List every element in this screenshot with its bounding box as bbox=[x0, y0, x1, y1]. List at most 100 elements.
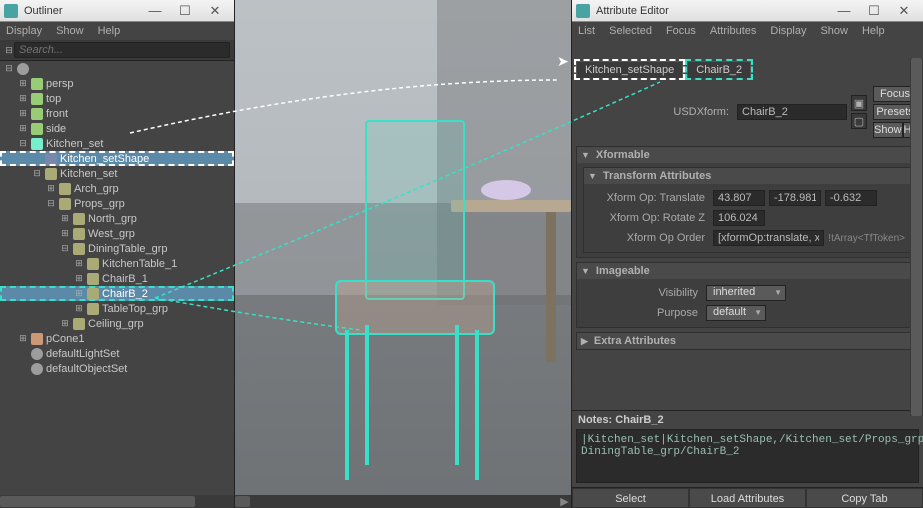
tree-item-tabletop_grp[interactable]: ⊞ TableTop_grp bbox=[0, 301, 234, 316]
xformable-header[interactable]: ▼Xformable bbox=[577, 147, 918, 163]
attr-max-button[interactable]: ☐ bbox=[859, 0, 889, 21]
tree-item-arch_grp[interactable]: ⊞Arch_grp bbox=[0, 181, 234, 196]
imageable-label: Imageable bbox=[596, 265, 650, 277]
attr-vscroll[interactable] bbox=[910, 58, 923, 416]
tree-item-ceiling_grp[interactable]: ⊞Ceiling_grp bbox=[0, 316, 234, 331]
node-nav-down-icon[interactable]: ▢ bbox=[851, 113, 867, 129]
expand-toggle-icon[interactable]: ⊞ bbox=[18, 93, 28, 104]
expand-toggle-icon[interactable]: ⊞ bbox=[60, 318, 70, 329]
tree-item-pcone1[interactable]: ⊞ pCone1 bbox=[0, 331, 234, 346]
expand-toggle-icon[interactable]: ⊟ bbox=[32, 168, 42, 179]
expand-toggle-icon[interactable]: ⊞ bbox=[18, 333, 28, 344]
expand-toggle-icon[interactable]: ⊞ bbox=[74, 288, 84, 299]
load-attributes-button[interactable]: Load Attributes bbox=[689, 488, 806, 508]
extra-header[interactable]: ▶Extra Attributes bbox=[577, 333, 918, 349]
tab-chairb_2[interactable]: ChairB_2 bbox=[687, 61, 751, 78]
tree-item-kitchen_set[interactable]: ⊟Kitchen_set bbox=[0, 166, 234, 181]
expand-toggle-icon[interactable]: ⊟ bbox=[60, 243, 70, 254]
tree-item-defaultlightset[interactable]: defaultLightSet bbox=[0, 346, 234, 361]
outliner-max-button[interactable]: ☐ bbox=[170, 0, 200, 21]
outliner-min-button[interactable]: — bbox=[140, 0, 170, 21]
expand-toggle-icon[interactable]: ⊞ bbox=[74, 258, 84, 269]
oporder-type-label: !tArray<TfToken> bbox=[828, 233, 905, 244]
menu-help[interactable]: Help bbox=[98, 25, 121, 37]
attr-close-button[interactable]: ✕ bbox=[889, 0, 919, 21]
menu-list[interactable]: List bbox=[578, 25, 595, 37]
maya-logo-icon bbox=[4, 4, 18, 18]
menu-help[interactable]: Help bbox=[862, 25, 885, 37]
tree-item-label: defaultLightSet bbox=[46, 348, 119, 360]
menu-attributes[interactable]: Attributes bbox=[710, 25, 756, 37]
tree-item-kitchen_setshape[interactable]: Kitchen_setShape bbox=[0, 151, 234, 166]
notes-header: Notes: ChairB_2 bbox=[572, 411, 923, 429]
attr-node-row: USDXform: ▣ ▢ Focus Presets Show Hide bbox=[576, 82, 919, 142]
translate-label: Xform Op: Translate bbox=[590, 192, 705, 204]
visibility-select[interactable]: inherited bbox=[706, 285, 786, 301]
tree-item-label: TableTop_grp bbox=[102, 303, 168, 315]
tree-item-persp[interactable]: ⊞persp bbox=[0, 76, 234, 91]
outliner-close-button[interactable]: ✕ bbox=[200, 0, 230, 21]
imageable-header[interactable]: ▼Imageable bbox=[577, 263, 918, 279]
expand-toggle-icon[interactable]: ⊞ bbox=[60, 213, 70, 224]
viewport[interactable]: ▶ bbox=[235, 0, 571, 508]
transform-header[interactable]: ▼Transform Attributes bbox=[584, 168, 911, 184]
attribute-editor-panel: Attribute Editor — ☐ ✕ ListSelectedFocus… bbox=[571, 0, 923, 508]
tree-item-root[interactable]: ⊟ bbox=[0, 61, 234, 76]
menu-focus[interactable]: Focus bbox=[666, 25, 696, 37]
node-name-field[interactable] bbox=[737, 104, 847, 120]
viewport-selected-chair bbox=[325, 120, 505, 480]
expand-toggle-icon[interactable]: ⊞ bbox=[18, 78, 28, 89]
oporder-field[interactable] bbox=[713, 230, 824, 246]
expand-toggle-icon[interactable]: ⊞ bbox=[74, 273, 84, 284]
viewport-hscroll-thumb[interactable] bbox=[235, 496, 250, 507]
menu-display[interactable]: Display bbox=[6, 25, 42, 37]
tree-item-side[interactable]: ⊞side bbox=[0, 121, 234, 136]
translate-z-field[interactable] bbox=[825, 190, 877, 206]
menu-show[interactable]: Show bbox=[820, 25, 848, 37]
tree-item-chairb_2[interactable]: ⊞ChairB_2 bbox=[0, 286, 234, 301]
outliner-tree[interactable]: ⊟⊞persp⊞top⊞front⊞side⊟Kitchen_setKitche… bbox=[0, 61, 234, 495]
expand-toggle-icon[interactable]: ⊟ bbox=[18, 138, 28, 149]
xform-icon bbox=[59, 183, 71, 195]
select-button[interactable]: Select bbox=[572, 488, 689, 508]
tab-kitchen_setshape[interactable]: Kitchen_setShape bbox=[576, 61, 683, 78]
tree-item-west_grp[interactable]: ⊞West_grp bbox=[0, 226, 234, 241]
search-expand-icon[interactable]: ⊟ bbox=[4, 45, 14, 56]
tree-item-defaultobjectset[interactable]: defaultObjectSet bbox=[0, 361, 234, 376]
show-button[interactable]: Show bbox=[873, 122, 903, 138]
tree-item-kitchentable_1[interactable]: ⊞KitchenTable_1 bbox=[0, 256, 234, 271]
rotz-field[interactable] bbox=[713, 210, 765, 226]
expand-toggle-icon[interactable]: ⊟ bbox=[46, 198, 56, 209]
menu-selected[interactable]: Selected bbox=[609, 25, 652, 37]
tree-item-top[interactable]: ⊞top bbox=[0, 91, 234, 106]
tree-item-kitchen_set[interactable]: ⊟Kitchen_set bbox=[0, 136, 234, 151]
tree-item-label: pCone1 bbox=[46, 333, 85, 345]
node-nav-up-icon[interactable]: ▣ bbox=[851, 95, 867, 111]
tree-item-north_grp[interactable]: ⊞North_grp bbox=[0, 211, 234, 226]
outliner-search-input[interactable] bbox=[14, 42, 230, 58]
tree-item-front[interactable]: ⊞front bbox=[0, 106, 234, 121]
outliner-hscroll[interactable] bbox=[0, 495, 234, 508]
expand-toggle-icon[interactable]: ⊞ bbox=[18, 123, 28, 134]
tree-item-props_grp[interactable]: ⊟Props_grp bbox=[0, 196, 234, 211]
expand-toggle-icon[interactable]: ⊞ bbox=[60, 228, 70, 239]
copy-tab-button[interactable]: Copy Tab bbox=[806, 488, 923, 508]
translate-y-field[interactable] bbox=[769, 190, 821, 206]
expand-toggle-icon[interactable]: ⊟ bbox=[4, 63, 14, 74]
expand-toggle-icon[interactable]: ⊞ bbox=[46, 183, 56, 194]
viewport-hscroll-right-arrow[interactable]: ▶ bbox=[558, 495, 571, 508]
attr-min-button[interactable]: — bbox=[829, 0, 859, 21]
translate-x-field[interactable] bbox=[713, 190, 765, 206]
notes-text[interactable]: |Kitchen_set|Kitchen_setShape,/Kitchen_s… bbox=[576, 429, 919, 483]
expand-toggle-icon[interactable]: ⊞ bbox=[18, 108, 28, 119]
tree-item-diningtable_grp[interactable]: ⊟DiningTable_grp bbox=[0, 241, 234, 256]
extra-label: Extra Attributes bbox=[594, 335, 676, 347]
viewport-hscroll[interactable]: ▶ bbox=[235, 495, 571, 508]
purpose-select[interactable]: default bbox=[706, 305, 766, 321]
menu-display[interactable]: Display bbox=[770, 25, 806, 37]
tree-item-chairb_1[interactable]: ⊞ChairB_1 bbox=[0, 271, 234, 286]
attr-vscroll-thumb[interactable] bbox=[911, 58, 922, 416]
outliner-hscroll-thumb[interactable] bbox=[0, 496, 195, 507]
expand-toggle-icon[interactable]: ⊞ bbox=[74, 303, 84, 314]
menu-show[interactable]: Show bbox=[56, 25, 84, 37]
